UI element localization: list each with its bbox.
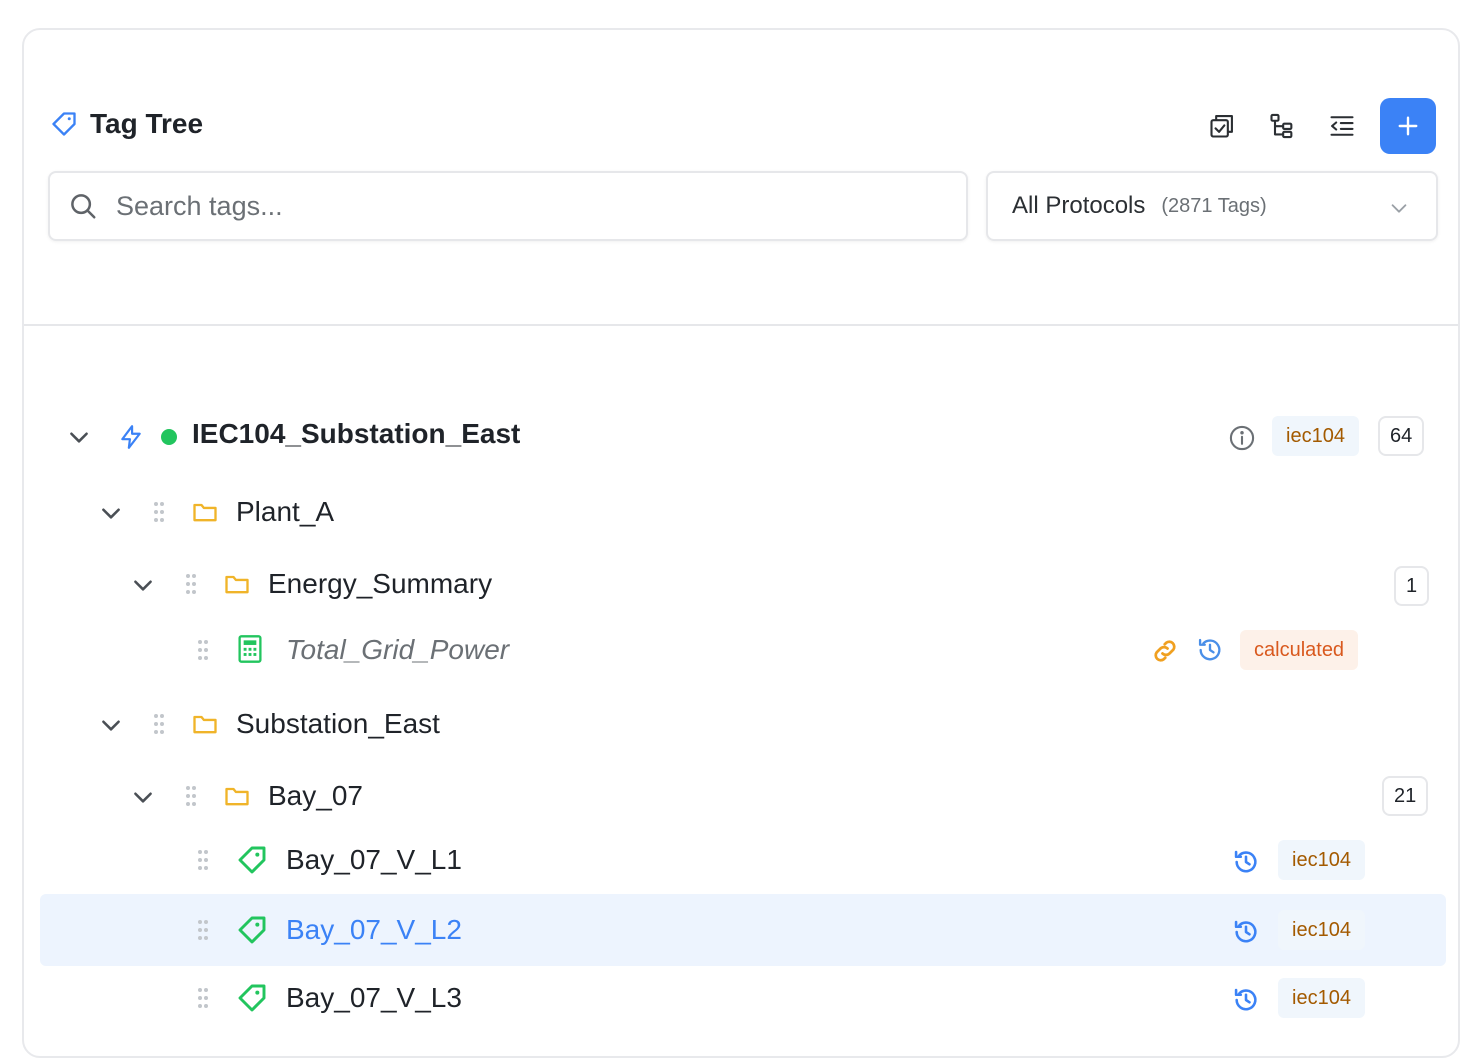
history-icon[interactable] [1232, 848, 1260, 876]
tree-structure-icon [1270, 113, 1293, 139]
drag-handle-icon[interactable] [184, 784, 198, 808]
folder-icon [225, 575, 249, 594]
link-icon[interactable] [1150, 636, 1180, 666]
history-icon[interactable] [1232, 986, 1260, 1014]
folder-icon [225, 787, 249, 806]
history-icon[interactable] [1232, 918, 1260, 946]
tag-icon [52, 112, 76, 136]
protocol-badge: iec104 [1278, 978, 1365, 1018]
history-icon[interactable] [1196, 636, 1224, 664]
node-name: Total_Grid_Power [286, 634, 510, 665]
outdent-icon [1330, 116, 1354, 136]
plus-icon [1398, 116, 1418, 136]
tag-tree-panel: Tag Tree Search tags... All Protocols (2… [22, 28, 1460, 1058]
drag-handle-icon[interactable] [184, 572, 198, 596]
tree-node-bay-07[interactable]: Bay_07 21 [40, 764, 1446, 828]
toolbar [1190, 98, 1436, 154]
drag-handle-icon[interactable] [152, 500, 166, 524]
protocol-badge: iec104 [1272, 416, 1359, 456]
drag-handle-icon[interactable] [196, 638, 210, 662]
type-badge: calculated [1240, 630, 1359, 670]
protocol-badge: iec104 [1278, 910, 1365, 950]
chevron-down-icon[interactable] [130, 784, 156, 810]
tree-node-total-grid-power[interactable]: Total_Grid_Power calculated [40, 620, 1446, 680]
search-input[interactable] [114, 189, 966, 223]
tag-icon [238, 984, 266, 1012]
tree-node-energy-summary[interactable]: Energy_Summary 1 [40, 552, 1446, 616]
count-badge: 64 [1378, 416, 1425, 456]
search-icon [71, 194, 96, 219]
node-name: Plant_A [236, 496, 335, 527]
tree-view-button[interactable] [1254, 98, 1310, 154]
multi-select-button[interactable] [1194, 98, 1250, 154]
node-name: Energy_Summary [268, 568, 493, 599]
tree-node-substation-east[interactable]: Substation_East [40, 692, 1446, 756]
protocol-badge: iec104 [1278, 840, 1365, 880]
collapse-all-button[interactable] [1314, 98, 1370, 154]
protocol-select-value: All Protocols [1012, 192, 1146, 219]
search-box[interactable] [48, 171, 968, 241]
node-name: IEC104_Substation_East [192, 418, 521, 449]
folder-icon [193, 715, 217, 734]
multi-select-icon [1210, 115, 1233, 138]
chevron-down-icon[interactable] [66, 424, 92, 450]
chevron-down-icon[interactable] [130, 572, 156, 598]
tag-row-bay-07-v-l3[interactable]: Bay_07_V_L3 iec104 [40, 968, 1446, 1028]
chevron-down-icon[interactable] [98, 500, 124, 526]
tag-row-bay-07-v-l2[interactable]: Bay_07_V_L2 iec104 [40, 894, 1446, 966]
drag-handle-icon[interactable] [196, 918, 210, 942]
panel-header: Tag Tree Search tags... All Protocols (2… [24, 30, 1458, 326]
count-badge: 21 [1382, 776, 1429, 816]
title-row: Tag Tree [50, 108, 203, 140]
calculator-icon [238, 635, 262, 663]
tag-row-bay-07-v-l1[interactable]: Bay_07_V_L1 iec104 [40, 830, 1446, 890]
drag-handle-icon[interactable] [152, 712, 166, 736]
drag-handle-icon[interactable] [196, 848, 210, 872]
info-icon[interactable] [1228, 424, 1256, 452]
tag-icon [238, 846, 266, 874]
tree-node-root[interactable]: IEC104_Substation_East iec104 64 [40, 398, 1446, 474]
tag-name: Bay_07_V_L2 [286, 914, 462, 945]
protocol-tag-count: (2871 Tags) [1161, 194, 1267, 217]
tag-name: Bay_07_V_L3 [286, 982, 462, 1013]
node-name: Substation_East [236, 708, 440, 739]
chevron-down-icon [1391, 204, 1407, 213]
add-tag-button[interactable] [1380, 98, 1436, 154]
protocol-select[interactable]: All Protocols (2871 Tags) [986, 171, 1438, 241]
page-title: Tag Tree [90, 108, 204, 139]
lightning-icon [121, 425, 141, 449]
folder-icon [193, 503, 217, 522]
count-badge: 1 [1394, 566, 1430, 606]
drag-handle-icon[interactable] [196, 986, 210, 1010]
tree-node-plant-a[interactable]: Plant_A [40, 480, 1446, 544]
node-name: Bay_07 [268, 780, 363, 811]
tag-icon [238, 916, 266, 944]
status-dot [161, 429, 177, 445]
chevron-down-icon[interactable] [98, 712, 124, 738]
tag-name: Bay_07_V_L1 [286, 844, 462, 875]
